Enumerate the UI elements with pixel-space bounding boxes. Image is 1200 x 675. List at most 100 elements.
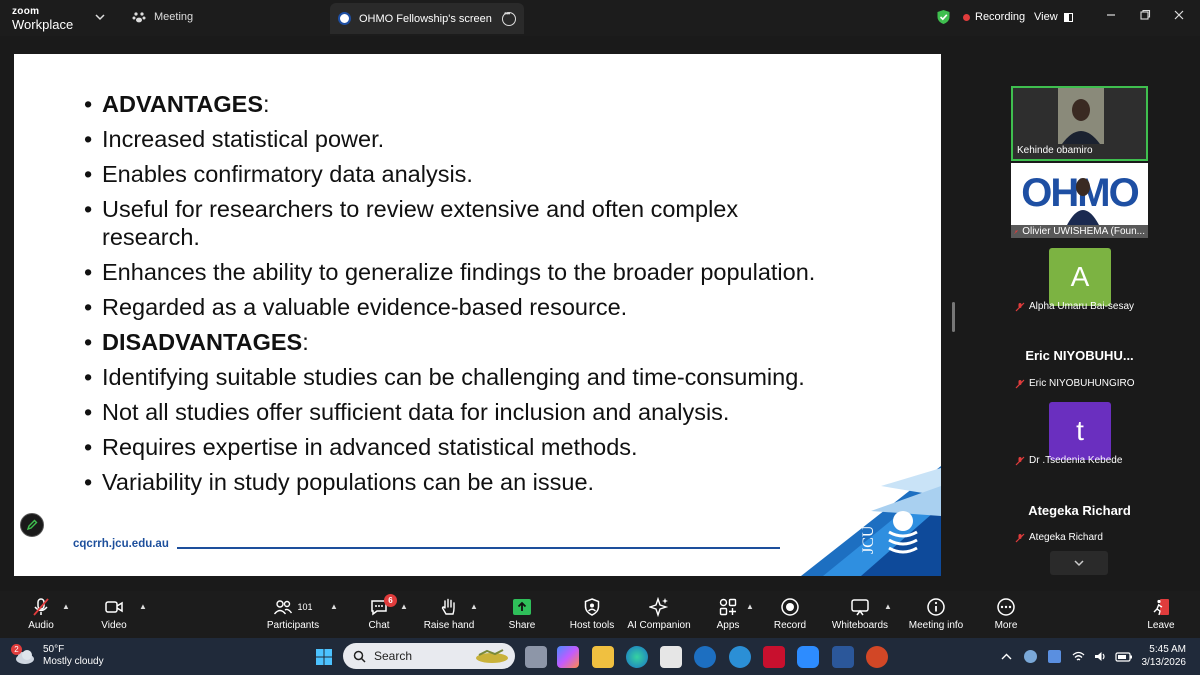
task-view-icon[interactable] <box>525 646 547 668</box>
view-button[interactable]: View <box>1034 11 1073 23</box>
weather-condition: Mostly cloudy <box>43 656 104 667</box>
participant-name-text: Kehinde obamiro <box>1017 145 1093 156</box>
view-layout-icon <box>1063 12 1073 22</box>
record-icon <box>781 598 799 616</box>
battery-icon[interactable] <box>1115 650 1133 663</box>
language-icon[interactable] <box>1048 650 1061 663</box>
raise-hand-icon <box>441 598 455 615</box>
participants-options-caret-icon[interactable]: ▲ <box>330 602 338 611</box>
audio-options-caret-icon[interactable]: ▲ <box>62 602 70 611</box>
shared-slide: ADVANTAGES: Increased statistical power.… <box>14 54 941 576</box>
record-label: Record <box>773 620 807 631</box>
apps-grid-icon <box>719 598 737 616</box>
chat-label: Chat <box>368 620 390 631</box>
slide-bullet-list: ADVANTAGES: Increased statistical power.… <box>84 90 884 503</box>
meeting-tab[interactable]: Meeting <box>132 10 193 24</box>
meeting-tab-label: Meeting <box>154 11 194 23</box>
tray-overflow-icon[interactable] <box>1000 650 1013 663</box>
participants-button[interactable]: 101 Participants <box>253 597 333 631</box>
cloud-icon: 2 <box>11 644 36 665</box>
minimize-icon[interactable] <box>1104 8 1118 22</box>
apps-label: Apps <box>716 620 740 631</box>
chat-options-caret-icon[interactable]: ▲ <box>400 602 408 611</box>
edge-browser-icon[interactable] <box>626 646 648 668</box>
recording-indicator[interactable]: Recording <box>963 11 1025 23</box>
annotate-button[interactable] <box>20 513 44 537</box>
zoom-taskbar-icon[interactable] <box>797 646 819 668</box>
participant-name: Ategeka Richard <box>1015 532 1103 543</box>
record-button[interactable]: Record <box>750 597 830 631</box>
bullet-text: Identifying suitable studies can be chal… <box>102 364 805 390</box>
audio-label: Audio <box>28 620 54 631</box>
participant-tile-active-speaker[interactable]: Kehinde obamiro <box>1011 86 1148 161</box>
security-shield-icon[interactable] <box>936 9 951 25</box>
leave-label: Leave <box>1147 620 1175 631</box>
clock-date: 3/13/2026 <box>1141 657 1187 668</box>
chevron-down-icon <box>1074 560 1084 567</box>
participant-name-text: Olivier UWISHEMA (Foun... <box>1022 226 1145 237</box>
muted-mic-icon <box>1014 229 1018 234</box>
whiteboards-options-caret-icon[interactable]: ▲ <box>884 602 892 611</box>
ai-companion-label: AI Companion <box>627 620 691 631</box>
share-label: Share <box>508 620 536 631</box>
windows-start-icon[interactable] <box>313 646 335 668</box>
zoom-window: zoom Workplace Meeting OHMO Fellowship's… <box>0 0 1200 675</box>
muted-mic-icon <box>33 598 49 616</box>
taskbar-clock[interactable]: 5:45 AM 3/13/2026 <box>1142 643 1187 669</box>
participant-name: Olivier UWISHEMA (Foun... <box>1011 225 1148 238</box>
search-placeholder: Search <box>374 649 413 663</box>
shared-screen-tab-label: OHMO Fellowship's screen <box>359 12 492 25</box>
hp-app-icon[interactable] <box>694 646 716 668</box>
wifi-icon[interactable] <box>1072 650 1085 663</box>
panel-resize-handle[interactable] <box>952 302 955 332</box>
participant-tile[interactable]: A Alpha Umaru Bai-sesay <box>1011 240 1148 315</box>
video-camera-icon <box>105 601 123 613</box>
slide-bullet: Increased statistical power. <box>84 125 884 153</box>
powerpoint-taskbar-icon[interactable] <box>866 646 888 668</box>
video-options-caret-icon[interactable]: ▲ <box>139 602 147 611</box>
participant-name: Eric NIYOBUHUNGIRO <box>1015 378 1135 389</box>
slide-bullet: Requires expertise in advanced statistic… <box>84 433 884 461</box>
participant-tile[interactable]: t Dr .Tsedenia Kebede <box>1011 394 1148 469</box>
slide-footer-url: cqcrrh.jcu.edu.au <box>73 538 169 550</box>
copilot-icon[interactable] <box>557 646 579 668</box>
more-button[interactable]: More <box>966 597 1046 631</box>
slide-bullet: Useful for researchers to review extensi… <box>84 195 784 251</box>
volume-icon[interactable] <box>1094 650 1107 663</box>
bullet-text: Regarded as a valuable evidence-based re… <box>102 294 628 320</box>
raise-hand-label: Raise hand <box>423 620 475 631</box>
file-explorer-icon[interactable] <box>592 646 614 668</box>
restore-icon[interactable] <box>1138 8 1152 22</box>
microsoft-store-icon[interactable] <box>660 646 682 668</box>
weather-widget[interactable]: 2 50°F Mostly cloudy <box>11 644 104 668</box>
raise-hand-options-caret-icon[interactable]: ▲ <box>470 602 478 611</box>
taskbar-search-box[interactable]: Search <box>343 643 515 669</box>
leave-button[interactable]: Leave <box>1121 597 1200 631</box>
participant-name-text: Eric NIYOBUHUNGIRO <box>1029 378 1135 389</box>
close-icon[interactable] <box>1172 8 1186 22</box>
search-highlight-icon <box>476 649 508 663</box>
participant-name-text: Alpha Umaru Bai-sesay <box>1029 301 1135 312</box>
muted-mic-icon <box>1015 379 1025 388</box>
participant-name-text: Ategeka Richard <box>1029 532 1103 543</box>
participant-tile[interactable]: OHMO Olivier UWISHEMA (Foun... <box>1011 163 1148 238</box>
shared-screen-tab[interactable]: OHMO Fellowship's screen <box>330 3 524 34</box>
mcafee-icon[interactable] <box>763 646 785 668</box>
help-app-icon[interactable] <box>729 646 751 668</box>
whiteboard-icon <box>851 599 869 616</box>
host-tools-shield-icon <box>584 598 600 616</box>
word-taskbar-icon[interactable] <box>832 646 854 668</box>
scroll-participants-down-button[interactable] <box>1050 551 1108 575</box>
meeting-info-button[interactable]: Meeting info <box>896 597 976 631</box>
onedrive-icon[interactable] <box>1024 650 1037 663</box>
share-button[interactable]: Share <box>482 597 562 631</box>
participant-name: Kehinde obamiro <box>1017 145 1093 156</box>
meeting-info-label: Meeting info <box>908 620 964 631</box>
video-label: Video <box>101 620 127 631</box>
chevron-down-icon[interactable] <box>94 11 106 23</box>
participants-count: 101 <box>297 602 313 612</box>
participant-avatar: A <box>1049 248 1111 306</box>
slide-bullet: ADVANTAGES: <box>84 90 884 118</box>
more-dots-icon <box>997 598 1015 616</box>
more-options-icon[interactable] <box>502 9 516 26</box>
